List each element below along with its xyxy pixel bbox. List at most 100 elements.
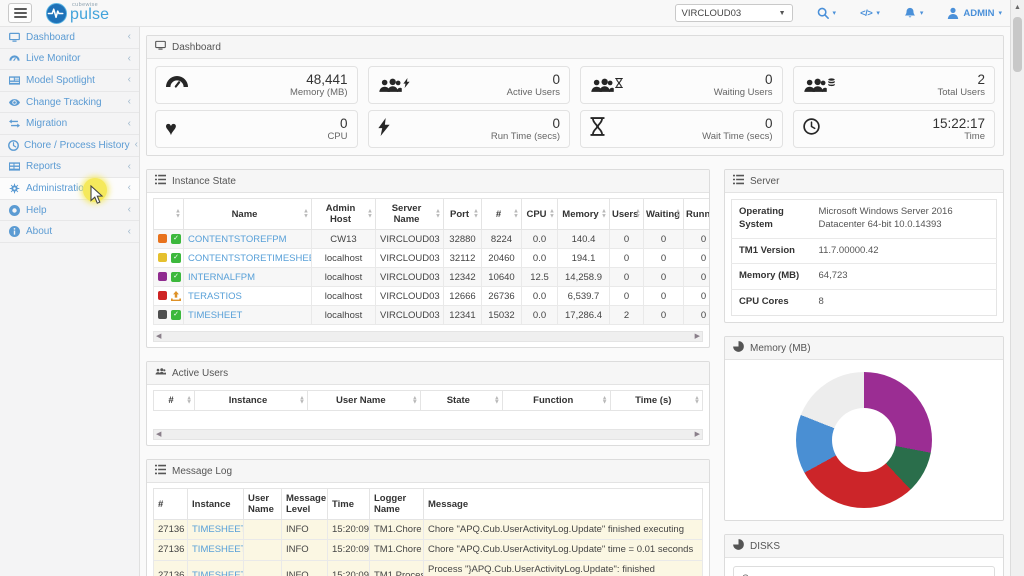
stat-value: 2 xyxy=(937,72,985,87)
sidebar-item-reports[interactable]: Reports ‹ xyxy=(0,157,139,179)
disks-panel-title: DISKS xyxy=(750,541,780,552)
scroll-up-icon[interactable]: ▲ xyxy=(1011,0,1024,11)
sidebar-item-model-spotlight[interactable]: Model Spotlight ‹ xyxy=(0,70,139,92)
sidebar-toggle-button[interactable] xyxy=(8,3,32,23)
sort-icon[interactable]: ▲▼ xyxy=(175,210,181,219)
disks-panel: DISKS C: xyxy=(724,534,1004,576)
chevron-left-icon: ‹ xyxy=(128,97,131,107)
caret-down-icon: ▾ xyxy=(998,9,1002,17)
eye-icon xyxy=(8,97,21,108)
vertical-scrollbar[interactable]: ▲ xyxy=(1010,0,1024,576)
column-header: # xyxy=(154,489,188,520)
stat-card-total-users: 2 Total Users xyxy=(793,66,996,104)
active-users-hscrollbar[interactable]: ◀▶ xyxy=(153,429,703,440)
sidebar-item-about[interactable]: About ‹ xyxy=(0,221,139,243)
sort-icon[interactable]: ▲▼ xyxy=(549,210,555,219)
column-header[interactable]: Function▲▼ xyxy=(502,391,610,411)
dashboard-panel-header: Dashboard xyxy=(147,36,1003,59)
stat-value: 0 xyxy=(507,72,560,87)
column-header[interactable]: Waiting▲▼ xyxy=(644,199,684,230)
log-row: 27136 TIMESHEET INFO15:20:09TM1.ProcessP… xyxy=(154,560,703,576)
sort-icon[interactable]: ▲▼ xyxy=(494,396,500,405)
column-header[interactable]: Instance▲▼ xyxy=(195,391,308,411)
column-header[interactable]: User Name▲▼ xyxy=(307,391,420,411)
column-header[interactable]: Name▲▼ xyxy=(184,199,312,230)
sort-icon[interactable]: ▲▼ xyxy=(303,210,309,219)
column-header[interactable]: ▲▼ xyxy=(154,199,184,230)
dashboard-panel: Dashboard 48,441 Memory (MB) 0 Active Us… xyxy=(146,35,1004,156)
column-header[interactable]: Running▲▼ xyxy=(684,199,711,230)
sidebar-item-live-monitor[interactable]: Live Monitor ‹ xyxy=(0,49,139,71)
column-header: Message xyxy=(424,489,703,520)
column-header: Time xyxy=(328,489,370,520)
sort-icon[interactable]: ▲▼ xyxy=(435,210,441,219)
sidebar-item-help[interactable]: Help ‹ xyxy=(0,200,139,222)
brand-logo[interactable]: cubewise pulse xyxy=(46,3,109,24)
sort-icon[interactable]: ▲▼ xyxy=(367,210,373,219)
instance-link[interactable]: TIMESHEET xyxy=(192,524,244,535)
life-ring-icon xyxy=(8,205,21,216)
gears-icon xyxy=(8,183,21,194)
code-menu[interactable]: </> ▾ xyxy=(860,8,880,19)
sidebar-item-administration[interactable]: Administration ‹ xyxy=(0,178,139,200)
stat-value: 0 xyxy=(327,116,347,131)
chevron-left-icon: ‹ xyxy=(135,140,138,150)
search-menu[interactable]: ▾ xyxy=(817,7,837,19)
column-header[interactable]: State▲▼ xyxy=(420,391,502,411)
server-select[interactable]: VIRCLOUD03 ▼ xyxy=(675,4,793,22)
sidebar-item-change-tracking[interactable]: Change Tracking ‹ xyxy=(0,92,139,114)
sidebar-item-migration[interactable]: Migration ‹ xyxy=(0,113,139,135)
memory-donut-chart[interactable] xyxy=(796,372,932,508)
sort-icon[interactable]: ▲▼ xyxy=(513,210,519,219)
chevron-left-icon: ‹ xyxy=(128,119,131,129)
instance-link[interactable]: TIMESHEET xyxy=(192,544,244,555)
sort-icon[interactable]: ▲▼ xyxy=(694,396,700,405)
history-icon xyxy=(8,140,19,151)
column-header[interactable]: Memory▲▼ xyxy=(558,199,610,230)
sort-icon[interactable]: ▲▼ xyxy=(602,396,608,405)
column-header[interactable]: Users▲▼ xyxy=(610,199,644,230)
instance-link[interactable]: TERASTIOS xyxy=(188,291,242,302)
column-header[interactable]: #▲▼ xyxy=(482,199,522,230)
user-menu[interactable]: ADMIN ▾ xyxy=(947,7,1002,19)
sidebar-item-chore-process-history[interactable]: Chore / Process History ‹ xyxy=(0,135,139,157)
sidebar-item-dashboard[interactable]: Dashboard ‹ xyxy=(0,27,139,49)
stat-label: Active Users xyxy=(507,87,560,98)
instance-link[interactable]: INTERNALFPM xyxy=(188,272,255,283)
scroll-right-icon[interactable]: ▶ xyxy=(695,430,700,440)
column-header[interactable]: CPU▲▼ xyxy=(522,199,558,230)
instance-state-hscrollbar[interactable]: ◀▶ xyxy=(153,331,703,342)
sort-icon[interactable]: ▲▼ xyxy=(412,396,418,405)
instance-link[interactable]: CONTENTSTORETIMESHEETS xyxy=(188,253,312,264)
server-info-row: Operating System Microsoft Windows Serve… xyxy=(732,200,997,239)
sort-icon[interactable]: ▲▼ xyxy=(635,210,641,219)
column-header[interactable]: #▲▼ xyxy=(154,391,195,411)
column-header[interactable]: Port▲▼ xyxy=(444,199,482,230)
sort-icon[interactable]: ▲▼ xyxy=(473,210,479,219)
column-header[interactable]: Server Name▲▼ xyxy=(376,199,444,230)
instance-link[interactable]: CONTENTSTOREFPM xyxy=(188,234,287,245)
sort-icon[interactable]: ▲▼ xyxy=(675,210,681,219)
brand-pulse-text: pulse xyxy=(70,7,109,23)
server-info-label: Memory (MB) xyxy=(732,264,812,290)
server-info-label: TM1 Version xyxy=(732,238,812,264)
table-header-row: ▲▼Name▲▼Admin Host▲▼Server Name▲▼Port▲▼#… xyxy=(154,199,711,230)
status-icon xyxy=(158,291,167,300)
scrollbar-thumb[interactable] xyxy=(1013,17,1022,72)
sort-icon[interactable]: ▲▼ xyxy=(601,210,607,219)
sort-icon[interactable]: ▲▼ xyxy=(186,396,192,405)
instance-link[interactable]: TIMESHEET xyxy=(192,570,244,576)
instance-link[interactable]: TIMESHEET xyxy=(188,310,242,321)
pulse-logo-icon xyxy=(46,3,67,24)
notifications-menu[interactable]: ▾ xyxy=(904,7,924,19)
message-log-table: #InstanceUser NameMessage LevelTimeLogge… xyxy=(153,488,703,576)
scroll-left-icon[interactable]: ◀ xyxy=(156,430,161,440)
column-header[interactable]: Time (s)▲▼ xyxy=(610,391,702,411)
scroll-left-icon[interactable]: ◀ xyxy=(156,332,161,342)
heart-icon: ♥ xyxy=(165,119,177,139)
column-header[interactable]: Admin Host▲▼ xyxy=(312,199,376,230)
sort-icon[interactable]: ▲▼ xyxy=(299,396,305,405)
scroll-right-icon[interactable]: ▶ xyxy=(695,332,700,342)
server-info-value: 8 xyxy=(812,290,997,316)
instance-state-thead: ▲▼Name▲▼Admin Host▲▼Server Name▲▼Port▲▼#… xyxy=(154,199,711,230)
